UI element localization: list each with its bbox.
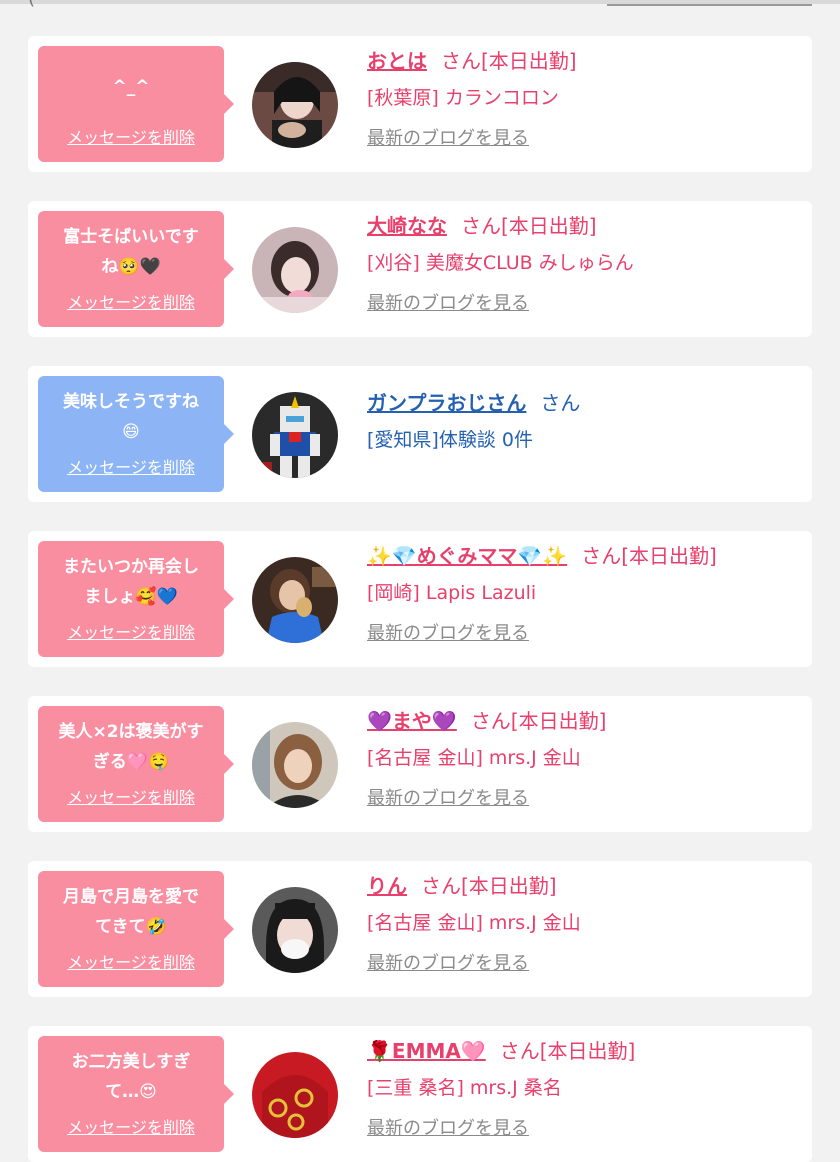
cast-name-link[interactable]: 🌹EMMA🩷 <box>367 1039 486 1063</box>
delete-message-link[interactable]: メッセージを削除 <box>67 949 195 973</box>
avatar[interactable] <box>252 887 338 973</box>
name-line: ガンプラおじさん さん <box>367 388 807 418</box>
info-block: 🌹EMMA🩷 さん[本日出勤] [三重 桑名] mrs.J 桑名 最新のブログを見… <box>367 1036 807 1142</box>
message-text: 富士そばいいです ね🥺🖤 <box>63 227 199 277</box>
message-card: 富士そばいいです ね🥺🖤 メッセージを削除 大崎なな さん[本日出勤] [刈谷] … <box>28 201 812 337</box>
avatar[interactable] <box>252 392 338 478</box>
message-bubble: 美味しそうですね 😄 メッセージを削除 <box>38 376 234 492</box>
message-bubble: 富士そばいいです ね🥺🖤 メッセージを削除 <box>38 211 234 327</box>
name-line: りん さん[本日出勤] <box>367 871 807 901</box>
name-line: 💜まや💜 さん[本日出勤] <box>367 706 807 736</box>
top-cut-link[interactable] <box>607 0 812 6</box>
delete-message-link[interactable]: メッセージを削除 <box>67 619 195 643</box>
message-card: ^_^ メッセージを削除 おとは さん[本日出勤] [秋葉原] カランコロン 最新… <box>28 36 812 172</box>
message-bubble: 美人×2は褒美がす ぎる🩷🤤 メッセージを削除 <box>38 706 234 822</box>
latest-blog-link[interactable]: 最新のブログを見る <box>367 126 807 152</box>
avatar-image <box>252 62 338 148</box>
message-card: 月島で月島を愛で てきて🤣 メッセージを削除 りん さん[本日出勤] [名古屋 金… <box>28 861 812 997</box>
message-card: またいつか再会し ましょ🥰💙 メッセージを削除 ✨💎めぐみママ💎✨ さん[本日出勤… <box>28 531 812 667</box>
top-cut-text: ( <box>28 0 36 9</box>
message-list: ^_^ メッセージを削除 おとは さん[本日出勤] [秋葉原] カランコロン 最新… <box>28 36 812 1162</box>
name-line: 大崎なな さん[本日出勤] <box>367 211 807 241</box>
name-suffix: さん[本日出勤] <box>421 874 557 898</box>
message-text: お二方美しすぎ て…😍 <box>71 1052 191 1102</box>
shop-label: [三重 桑名] mrs.J 桑名 <box>367 1077 562 1099</box>
delete-message-link[interactable]: メッセージを削除 <box>67 124 195 148</box>
name-suffix: さん[本日出勤] <box>441 49 577 73</box>
message-bubble: 月島で月島を愛で てきて🤣 メッセージを削除 <box>38 871 234 987</box>
avatar-image <box>252 887 338 973</box>
latest-blog-link[interactable]: 最新のブログを見る <box>367 291 807 317</box>
cast-name-link[interactable]: 💜まや💜 <box>367 709 457 733</box>
delete-message-link[interactable]: メッセージを削除 <box>67 454 195 478</box>
latest-blog-link[interactable]: 最新のブログを見る <box>367 621 807 647</box>
avatar[interactable] <box>252 722 338 808</box>
message-card: 美味しそうですね 😄 メッセージを削除 ガンプラおじさん さん [愛知県]体験談… <box>28 366 812 502</box>
name-suffix: さん[本日出勤] <box>581 544 717 568</box>
message-bubble: お二方美しすぎ て…😍 メッセージを削除 <box>38 1036 234 1152</box>
name-suffix: さん <box>540 391 581 415</box>
delete-message-link[interactable]: メッセージを削除 <box>67 289 195 313</box>
avatar[interactable] <box>252 62 338 148</box>
avatar[interactable] <box>252 227 338 313</box>
info-block: 大崎なな さん[本日出勤] [刈谷] 美魔女CLUB みしゅらん 最新のブログを見… <box>367 211 807 317</box>
shop-label: [刈谷] 美魔女CLUB みしゅらん <box>367 252 634 274</box>
name-line: 🌹EMMA🩷 さん[本日出勤] <box>367 1036 807 1066</box>
name-suffix: さん[本日出勤] <box>499 1039 636 1063</box>
avatar-image <box>252 1052 338 1138</box>
user-name-link[interactable]: ガンプラおじさん <box>367 391 526 415</box>
message-card: お二方美しすぎ て…😍 メッセージを削除 🌹EMMA🩷 さん[本日出勤] [三重 … <box>28 1026 812 1162</box>
cast-name-link[interactable]: ✨💎めぐみママ💎✨ <box>367 544 567 568</box>
avatar-image <box>252 227 338 313</box>
name-line: ✨💎めぐみママ💎✨ さん[本日出勤] <box>367 541 807 571</box>
info-block: ✨💎めぐみママ💎✨ さん[本日出勤] [岡崎] Lapis Lazuli 最新のブ… <box>367 541 807 647</box>
name-suffix: さん[本日出勤] <box>461 214 597 238</box>
avatar-image <box>252 392 338 478</box>
latest-blog-link[interactable]: 最新のブログを見る <box>367 786 807 812</box>
message-card: 美人×2は褒美がす ぎる🩷🤤 メッセージを削除 💜まや💜 さん[本日出勤] [名古… <box>28 696 812 832</box>
message-text: 美味しそうですね 😄 <box>63 392 199 442</box>
avatar-image <box>252 557 338 643</box>
name-suffix: さん[本日出勤] <box>470 709 607 733</box>
message-bubble: またいつか再会し ましょ🥰💙 メッセージを削除 <box>38 541 234 657</box>
cast-name-link[interactable]: りん <box>367 874 407 898</box>
delete-message-link[interactable]: メッセージを削除 <box>67 784 195 808</box>
cast-name-link[interactable]: 大崎なな <box>367 214 447 238</box>
latest-blog-link[interactable]: 最新のブログを見る <box>367 951 807 977</box>
info-block: おとは さん[本日出勤] [秋葉原] カランコロン 最新のブログを見る <box>367 46 807 152</box>
message-text: 美人×2は褒美がす ぎる🩷🤤 <box>58 722 204 772</box>
info-block: 💜まや💜 さん[本日出勤] [名古屋 金山] mrs.J 金山 最新のブログを見る <box>367 706 807 812</box>
shop-label: [秋葉原] カランコロン <box>367 87 559 109</box>
shop-label: [名古屋 金山] mrs.J 金山 <box>367 747 581 769</box>
info-block: ガンプラおじさん さん [愛知県]体験談 0件 <box>367 388 807 454</box>
cast-name-link[interactable]: おとは <box>367 49 427 73</box>
avatar[interactable] <box>252 557 338 643</box>
avatar-image <box>252 722 338 808</box>
message-text: 月島で月島を愛で てきて🤣 <box>63 887 199 937</box>
review-count-label: [愛知県]体験談 0件 <box>367 429 533 451</box>
avatar[interactable] <box>252 1052 338 1138</box>
latest-blog-link[interactable]: 最新のブログを見る <box>367 1116 807 1142</box>
message-text: またいつか再会し ましょ🥰💙 <box>63 557 199 607</box>
info-block: りん さん[本日出勤] [名古屋 金山] mrs.J 金山 最新のブログを見る <box>367 871 807 977</box>
name-line: おとは さん[本日出勤] <box>367 46 807 76</box>
message-text: ^_^ <box>112 77 150 97</box>
shop-label: [岡崎] Lapis Lazuli <box>367 582 537 604</box>
message-bubble: ^_^ メッセージを削除 <box>38 46 234 162</box>
shop-label: [名古屋 金山] mrs.J 金山 <box>367 912 581 934</box>
delete-message-link[interactable]: メッセージを削除 <box>67 1114 195 1138</box>
